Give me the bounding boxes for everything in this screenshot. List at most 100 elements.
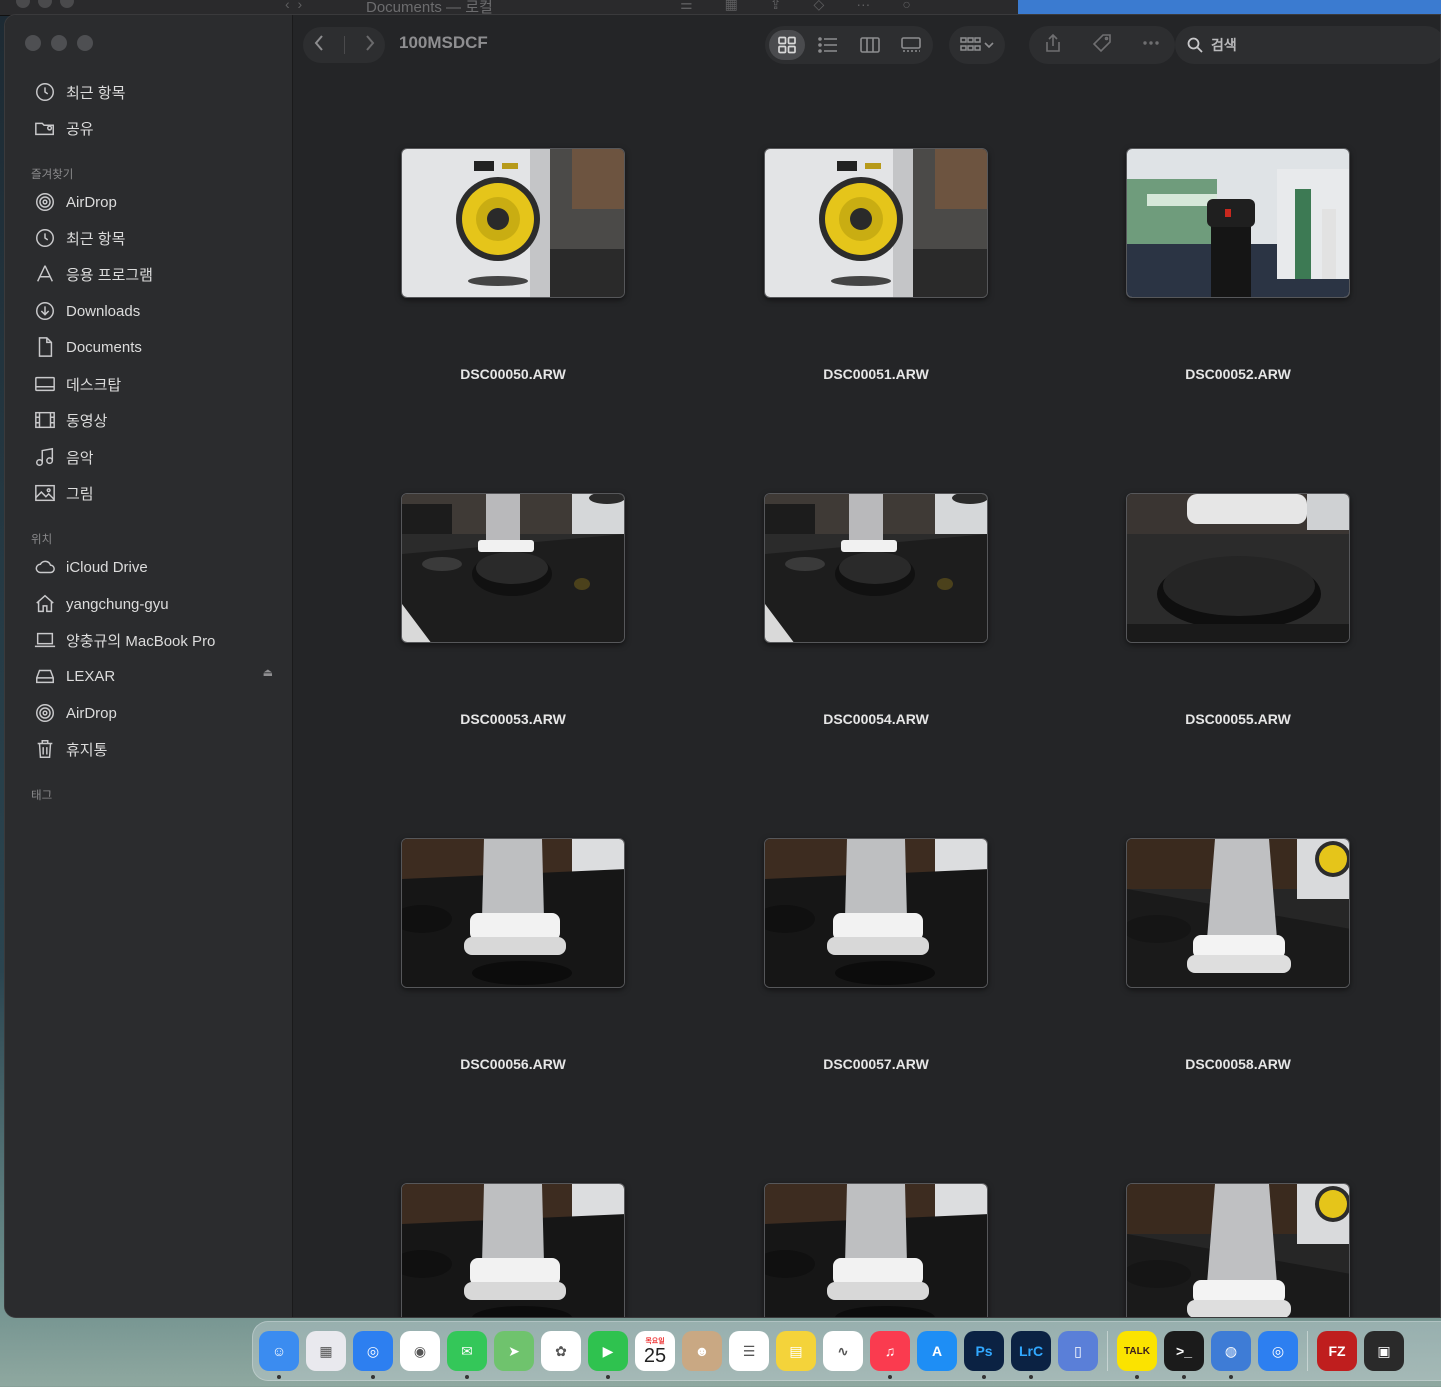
picture-icon	[33, 482, 57, 504]
dock-app-simulator[interactable]: ▯	[1058, 1331, 1098, 1371]
sidebar-item-pictures[interactable]: 그림	[33, 481, 273, 505]
sidebar-item-label: 그림	[66, 485, 94, 503]
running-indicator	[1135, 1375, 1139, 1379]
running-indicator	[465, 1375, 469, 1379]
sidebar-item-home[interactable]: yangchung-gyu	[33, 592, 273, 616]
column-view-button[interactable]	[852, 30, 888, 60]
close-window-button[interactable]	[25, 35, 41, 51]
minimize-window-button[interactable]	[51, 35, 67, 51]
dock-app-messages[interactable]: ✉	[447, 1331, 487, 1379]
safari-2-icon: ◎	[1271, 1342, 1285, 1359]
file-name: DSC00051.ARW	[823, 366, 929, 382]
sidebar-item-macbook[interactable]: 양충규의 MacBook Pro	[33, 628, 273, 652]
sidebar-item-airdrop[interactable]: AirDrop	[33, 190, 273, 214]
dock-app-facetime[interactable]: ▶	[588, 1331, 628, 1379]
dock-separator	[1107, 1331, 1108, 1371]
search-placeholder: 검색	[1211, 37, 1237, 53]
dock-separator	[1307, 1331, 1308, 1371]
sidebar-item-label: 음악	[66, 449, 94, 467]
dock-app-photos[interactable]: ✿	[541, 1331, 581, 1371]
dock-app-app-store[interactable]: A	[917, 1331, 957, 1371]
dock-app-notes[interactable]: ▤	[776, 1331, 816, 1371]
dock-app-reminders[interactable]: ☰	[729, 1331, 769, 1371]
sidebar-item-lexar[interactable]: LEXAR ⏏	[33, 664, 273, 688]
back-button[interactable]	[313, 34, 325, 57]
dock-app-photoshop[interactable]: Ps	[964, 1331, 1004, 1379]
sidebar-item-label: 응용 프로그램	[66, 266, 153, 284]
launchpad-icon: ▦	[319, 1342, 333, 1359]
sidebar-item-icloud-drive[interactable]: iCloud Drive	[33, 555, 273, 579]
download-icon	[33, 300, 57, 322]
dock-app-calendar[interactable]: 목요일 25	[635, 1331, 675, 1371]
more-button[interactable]	[1141, 33, 1161, 58]
dock-app-contacts[interactable]: ☻	[682, 1331, 722, 1371]
dock-app-lightroom-classic[interactable]: LrC	[1011, 1331, 1051, 1379]
action-buttons	[1029, 26, 1175, 64]
app-store-icon: A	[931, 1343, 943, 1359]
dock-app-terminal[interactable]: >_	[1164, 1331, 1204, 1379]
dock-app-maps[interactable]: ➤	[494, 1331, 534, 1371]
file-thumbnail	[764, 1183, 988, 1317]
sidebar-item-downloads[interactable]: Downloads	[33, 299, 273, 323]
file-name: DSC00056.ARW	[460, 1056, 566, 1072]
list-view-button[interactable]	[811, 30, 847, 60]
search-icon	[1187, 37, 1203, 53]
running-indicator	[277, 1375, 281, 1379]
gallery-view-button[interactable]	[894, 30, 930, 60]
dock-app-launchpad[interactable]: ▦	[306, 1331, 346, 1371]
folder-title: 100MSDCF	[399, 33, 488, 52]
icon-view-button[interactable]	[769, 30, 805, 60]
sidebar-item-shared[interactable]: 공유	[33, 116, 273, 140]
contacts-icon: ☻	[694, 1343, 710, 1359]
messages-icon: ✉	[461, 1342, 473, 1359]
sidebar-item-label: 동영상	[66, 412, 108, 430]
sidebar-item-music[interactable]: 음악	[33, 445, 273, 469]
airdrop-icon	[33, 702, 57, 724]
eject-icon[interactable]: ⏏	[263, 666, 273, 679]
sidebar-item-airdrop-location[interactable]: AirDrop	[33, 701, 273, 725]
laptop-icon	[33, 629, 57, 651]
share-button[interactable]	[1043, 33, 1063, 58]
disk-utility-icon: ◍	[1224, 1342, 1238, 1359]
search-field[interactable]: 검색	[1175, 26, 1440, 64]
running-indicator	[1229, 1375, 1233, 1379]
traffic-lights	[25, 35, 93, 51]
sidebar-item-label: LEXAR	[66, 667, 116, 685]
dock-app-safari[interactable]: ◎	[353, 1331, 393, 1379]
chrome-icon: ◉	[413, 1342, 427, 1359]
group-by-button[interactable]	[949, 26, 1005, 64]
nav-divider	[343, 36, 345, 54]
running-indicator	[888, 1375, 892, 1379]
tag-button[interactable]	[1092, 33, 1112, 58]
tag-icon	[1092, 33, 1111, 52]
forward-button[interactable]	[364, 34, 376, 57]
dock-app-finder[interactable]: ☺	[259, 1331, 299, 1379]
dock-app-freeform[interactable]: ∿	[823, 1331, 863, 1371]
sidebar-item-label: Documents	[66, 338, 142, 356]
sidebar-item-desktop[interactable]: 데스크탑	[33, 372, 273, 396]
sidebar-item-applications[interactable]: 응용 프로그램	[33, 262, 273, 286]
dock-app-disk-utility[interactable]: ◍	[1211, 1331, 1251, 1379]
zoom-window-button[interactable]	[77, 35, 93, 51]
clock-icon	[33, 81, 57, 103]
maps-icon: ➤	[508, 1342, 520, 1359]
finder-icon: ☺	[271, 1343, 287, 1359]
columns-icon	[859, 37, 880, 53]
dock-app-kakaotalk[interactable]: TALK	[1117, 1331, 1157, 1379]
sidebar-item-documents[interactable]: Documents	[33, 335, 273, 359]
sidebar-item-movies[interactable]: 동영상	[33, 408, 273, 432]
dock-app-chrome[interactable]: ◉	[400, 1331, 440, 1371]
dock-app-music[interactable]: ♫	[870, 1331, 910, 1379]
dock-app-safari-2[interactable]: ◎	[1258, 1331, 1298, 1371]
dock-app-filezilla[interactable]: FZ	[1317, 1331, 1357, 1371]
sidebar-item-trash[interactable]: 휴지통	[33, 737, 273, 761]
safari-icon: ◎	[366, 1342, 380, 1359]
dock-app-screen-window[interactable]: ▣	[1364, 1331, 1404, 1371]
sidebar-item-label: AirDrop	[66, 704, 117, 722]
sidebar-item-recents-fav[interactable]: 최근 항목	[33, 226, 273, 250]
dock-app-label: Ps	[975, 1343, 993, 1359]
sidebar-item-recents[interactable]: 최근 항목	[33, 80, 273, 104]
dock-app-label: FZ	[1328, 1343, 1346, 1359]
sidebar-item-label: 최근 항목	[66, 230, 126, 248]
desktop-icon	[33, 373, 57, 395]
